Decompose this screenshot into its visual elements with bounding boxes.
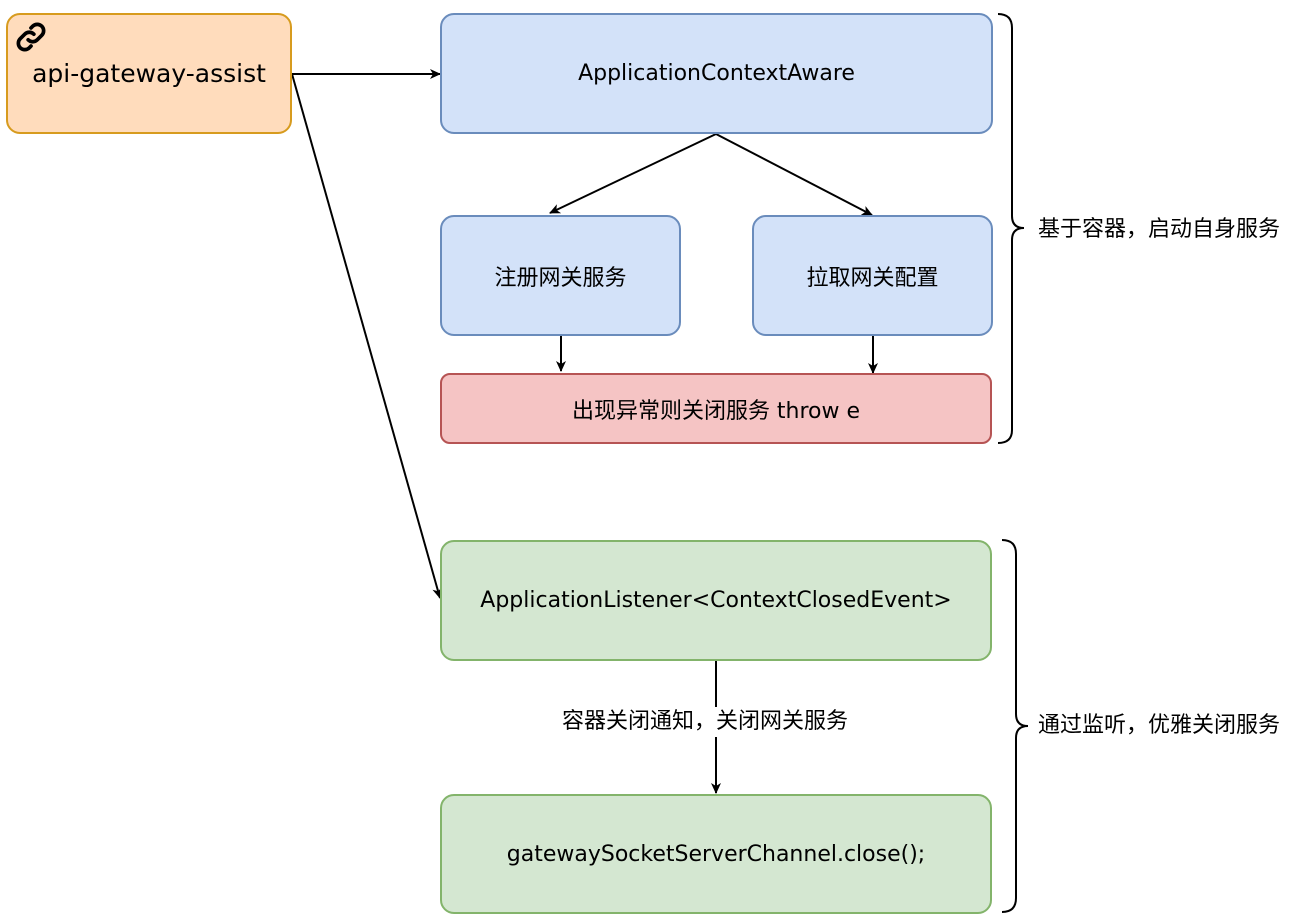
node-exception-close-service: 出现异常则关闭服务 throw e — [440, 373, 992, 444]
node-register-gateway-service: 注册网关服务 — [440, 215, 681, 336]
connector-layer — [291, 13, 1029, 913]
node-exception-close-service-label: 出现异常则关闭服务 throw e — [571, 398, 861, 424]
edge-context-aware-to-pull-config — [715, 133, 873, 216]
brace-label-startup: 基于容器，启动自身服务 — [1038, 215, 1281, 245]
brace-startup — [997, 13, 1025, 444]
diagram-canvas: { "nodes": { "assist": "api-gateway-assi… — [0, 0, 1316, 924]
edge-context-aware-to-register — [549, 133, 717, 214]
brace-shutdown — [1001, 539, 1029, 913]
edge-assist-to-listener — [291, 73, 443, 599]
node-application-listener-label: ApplicationListener<ContextClosedEvent> — [480, 588, 952, 613]
node-api-gateway-assist: api-gateway-assist — [6, 13, 292, 134]
node-close-channel-call-label: gatewaySocketServerChannel.close(); — [506, 841, 926, 867]
node-pull-gateway-config: 拉取网关配置 — [752, 215, 993, 336]
node-application-listener: ApplicationListener<ContextClosedEvent> — [440, 540, 992, 661]
link-icon — [16, 22, 46, 52]
node-close-channel-call: gatewaySocketServerChannel.close(); — [440, 794, 992, 914]
node-pull-gateway-config-label: 拉取网关配置 — [806, 265, 939, 291]
node-application-context-aware: ApplicationContextAware — [440, 13, 993, 134]
node-application-context-aware-label: ApplicationContextAware — [578, 61, 855, 86]
node-register-gateway-service-label: 注册网关服务 — [494, 265, 627, 291]
edge-label-close-notice: 容器关闭通知，关闭网关服务 — [562, 707, 849, 737]
brace-label-shutdown: 通过监听，优雅关闭服务 — [1038, 711, 1281, 741]
node-api-gateway-assist-label: api-gateway-assist — [32, 59, 266, 88]
